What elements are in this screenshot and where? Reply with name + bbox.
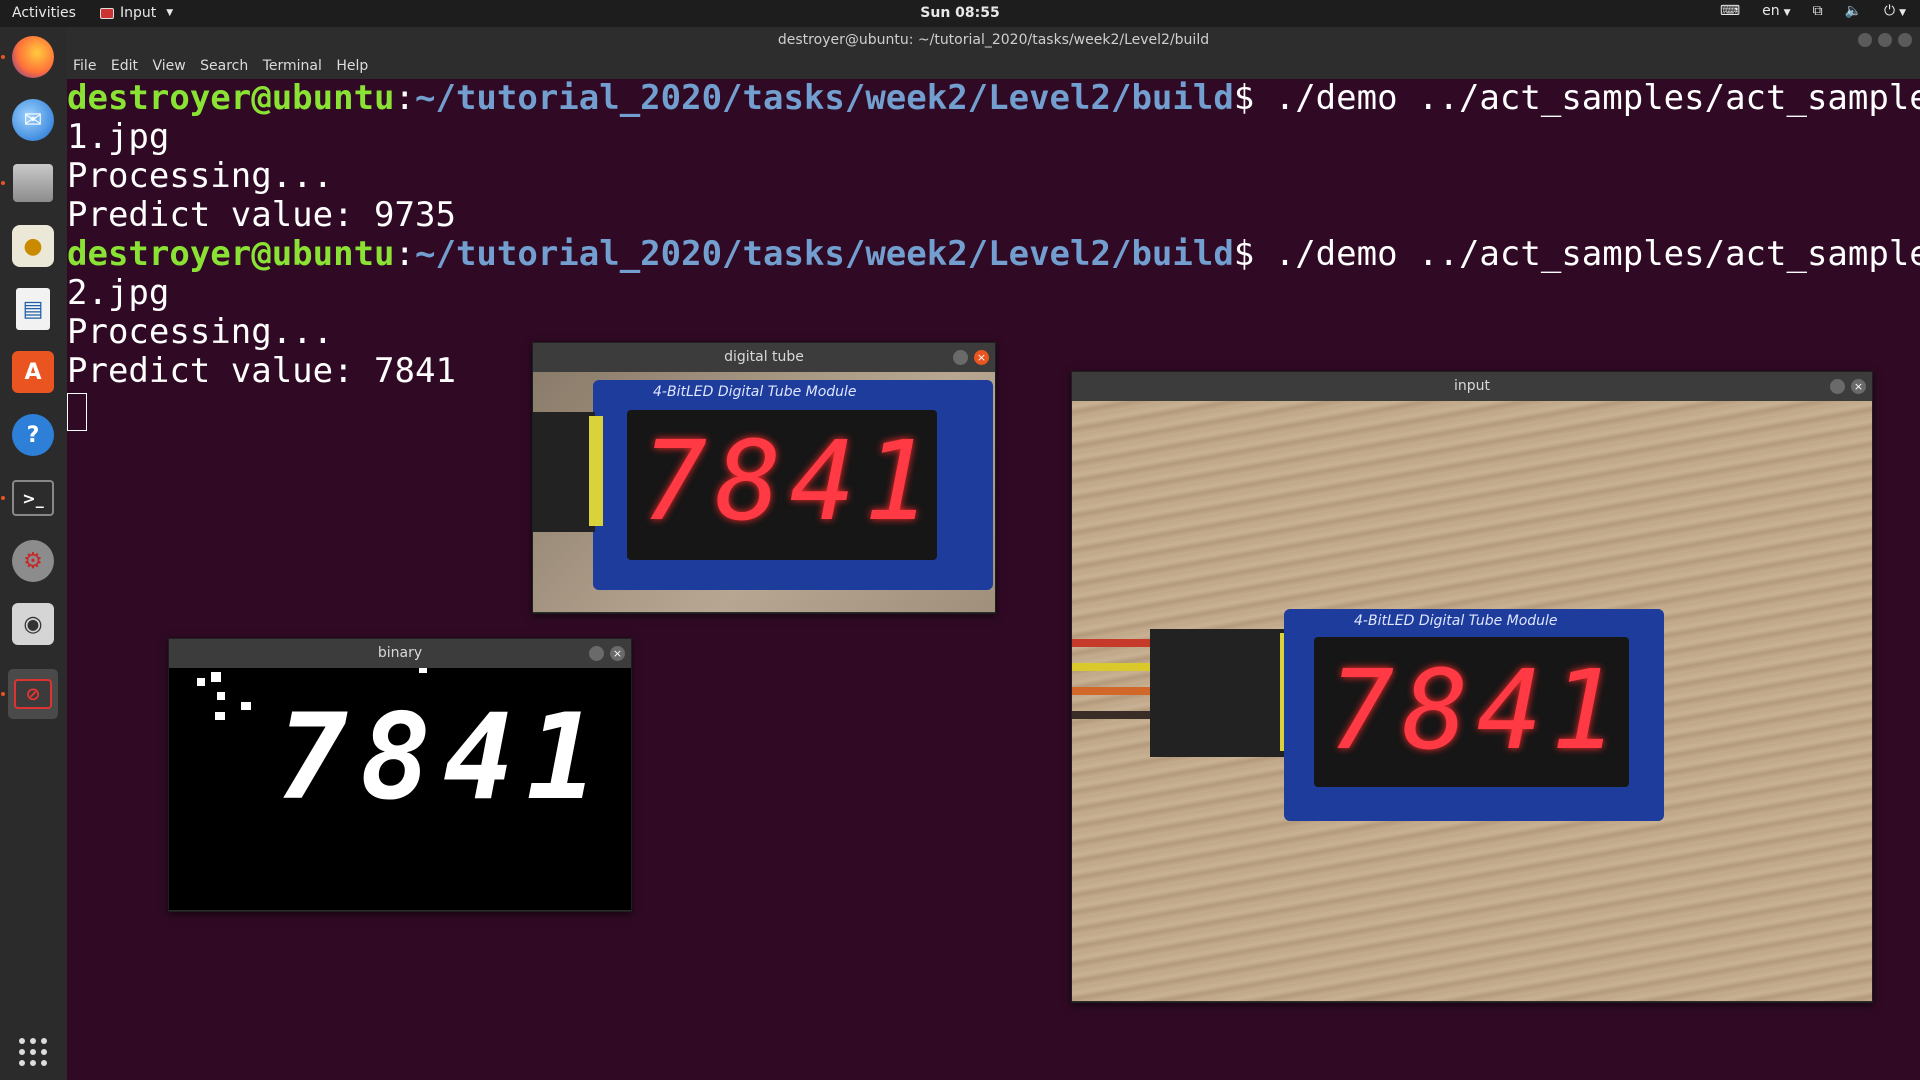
binary-image: 7841 xyxy=(169,668,631,910)
menu-search[interactable]: Search xyxy=(200,58,248,74)
terminal-line: Predict value: 9735 xyxy=(67,195,456,235)
menu-file[interactable]: File xyxy=(73,58,96,74)
power-icon[interactable]: ⏻ ▼ xyxy=(1884,3,1906,19)
terminal-line: destroyer@ubuntu:~/tutorial_2020/tasks/w… xyxy=(67,234,1920,274)
module-label: 4-BitLED Digital Tube Module xyxy=(653,384,857,400)
language-label: en xyxy=(1762,3,1780,19)
thunderbird-icon[interactable]: ✉ xyxy=(8,95,58,145)
close-button[interactable]: × xyxy=(610,646,625,661)
pcb-board: 4-BitLED Digital Tube Module 7841 xyxy=(593,380,993,590)
menu-edit[interactable]: Edit xyxy=(111,58,138,74)
digital-tube-image: 4-BitLED Digital Tube Module 7841 xyxy=(533,372,995,612)
pin-header xyxy=(589,416,603,526)
help-icon[interactable]: ? xyxy=(8,410,58,460)
binary-window[interactable]: binary × 7841 xyxy=(168,638,632,912)
show-apps-icon[interactable] xyxy=(8,1027,58,1077)
close-button[interactable] xyxy=(1898,33,1912,47)
terminal-line: Processing... xyxy=(67,156,334,196)
close-button[interactable]: × xyxy=(974,350,989,365)
screenshot-icon[interactable]: ◉ xyxy=(8,599,58,649)
system-tray: ⌨ en ▼ ⧉ 🔈 ⏻ ▼ xyxy=(1720,3,1906,19)
window-title: input xyxy=(1453,378,1490,394)
input-window[interactable]: input × 4-BitLED Digital Tube Module 784… xyxy=(1071,371,1873,1003)
display-digits: 7841 xyxy=(1328,646,1625,774)
files-icon[interactable] xyxy=(8,158,58,208)
display-panel: 7841 xyxy=(1314,637,1629,787)
pcb-board: 4-BitLED Digital Tube Module 7841 xyxy=(1284,609,1664,821)
maximize-button[interactable] xyxy=(1878,33,1892,47)
terminal-line: destroyer@ubuntu:~/tutorial_2020/tasks/w… xyxy=(67,78,1920,118)
terminal-cursor xyxy=(67,392,87,431)
menu-view[interactable]: View xyxy=(152,58,185,74)
image-viewer-icon[interactable]: ⊘ xyxy=(8,669,58,719)
terminal-icon[interactable]: >_ xyxy=(8,473,58,523)
settings-icon[interactable]: ⚙ xyxy=(8,536,58,586)
minimize-button[interactable] xyxy=(1830,379,1845,394)
minimize-button[interactable] xyxy=(1858,33,1872,47)
window-titlebar[interactable]: binary × xyxy=(169,639,631,668)
clock[interactable]: Sun 08:55 xyxy=(0,5,1920,21)
display-panel: 7841 xyxy=(627,410,937,560)
minimize-button[interactable] xyxy=(953,350,968,365)
window-title: binary xyxy=(377,645,423,661)
connector xyxy=(533,412,595,532)
terminal-menubar: File Edit View Search Terminal Help xyxy=(67,54,1920,79)
menu-help[interactable]: Help xyxy=(336,58,368,74)
keyboard-icon[interactable]: ⌨ xyxy=(1720,3,1740,19)
window-titlebar[interactable]: input × xyxy=(1072,372,1872,401)
terminal-title: destroyer@ubuntu: ~/tutorial_2020/tasks/… xyxy=(777,32,1210,48)
minimize-button[interactable] xyxy=(589,646,604,661)
input-image: 4-BitLED Digital Tube Module 7841 xyxy=(1072,401,1872,1001)
terminal-titlebar[interactable]: destroyer@ubuntu: ~/tutorial_2020/tasks/… xyxy=(67,27,1920,54)
top-bar: Activities Input ▼ Sun 08:55 ⌨ en ▼ ⧉ 🔈 ⏻… xyxy=(0,0,1920,27)
rhythmbox-icon[interactable]: ● xyxy=(8,221,58,271)
writer-icon[interactable]: ▤ xyxy=(8,284,58,334)
network-icon[interactable]: ⧉ xyxy=(1813,3,1823,19)
terminal-line: 2.jpg xyxy=(67,273,170,313)
firefox-icon[interactable] xyxy=(8,32,58,82)
menu-terminal[interactable]: Terminal xyxy=(263,58,322,74)
connector xyxy=(1150,629,1290,757)
binary-digits: 7841 xyxy=(277,688,610,826)
volume-icon[interactable]: 🔈 xyxy=(1845,3,1862,19)
window-title: digital tube xyxy=(724,349,804,365)
software-icon[interactable]: A xyxy=(8,347,58,397)
window-titlebar[interactable]: digital tube × xyxy=(533,343,995,372)
module-label: 4-BitLED Digital Tube Module xyxy=(1354,613,1558,629)
chevron-down-icon: ▼ xyxy=(1783,8,1791,18)
terminal-line: 1.jpg xyxy=(67,117,170,157)
display-digits: 7841 xyxy=(641,417,938,545)
language-selector[interactable]: en ▼ xyxy=(1762,3,1790,19)
close-button[interactable]: × xyxy=(1851,379,1866,394)
dock: ✉ ● ▤ A ? >_ ⚙ ◉ ⊘ xyxy=(0,27,67,1080)
chevron-down-icon: ▼ xyxy=(1899,8,1906,18)
digital-tube-window[interactable]: digital tube × 4-BitLED Digital Tube Mod… xyxy=(532,342,996,614)
